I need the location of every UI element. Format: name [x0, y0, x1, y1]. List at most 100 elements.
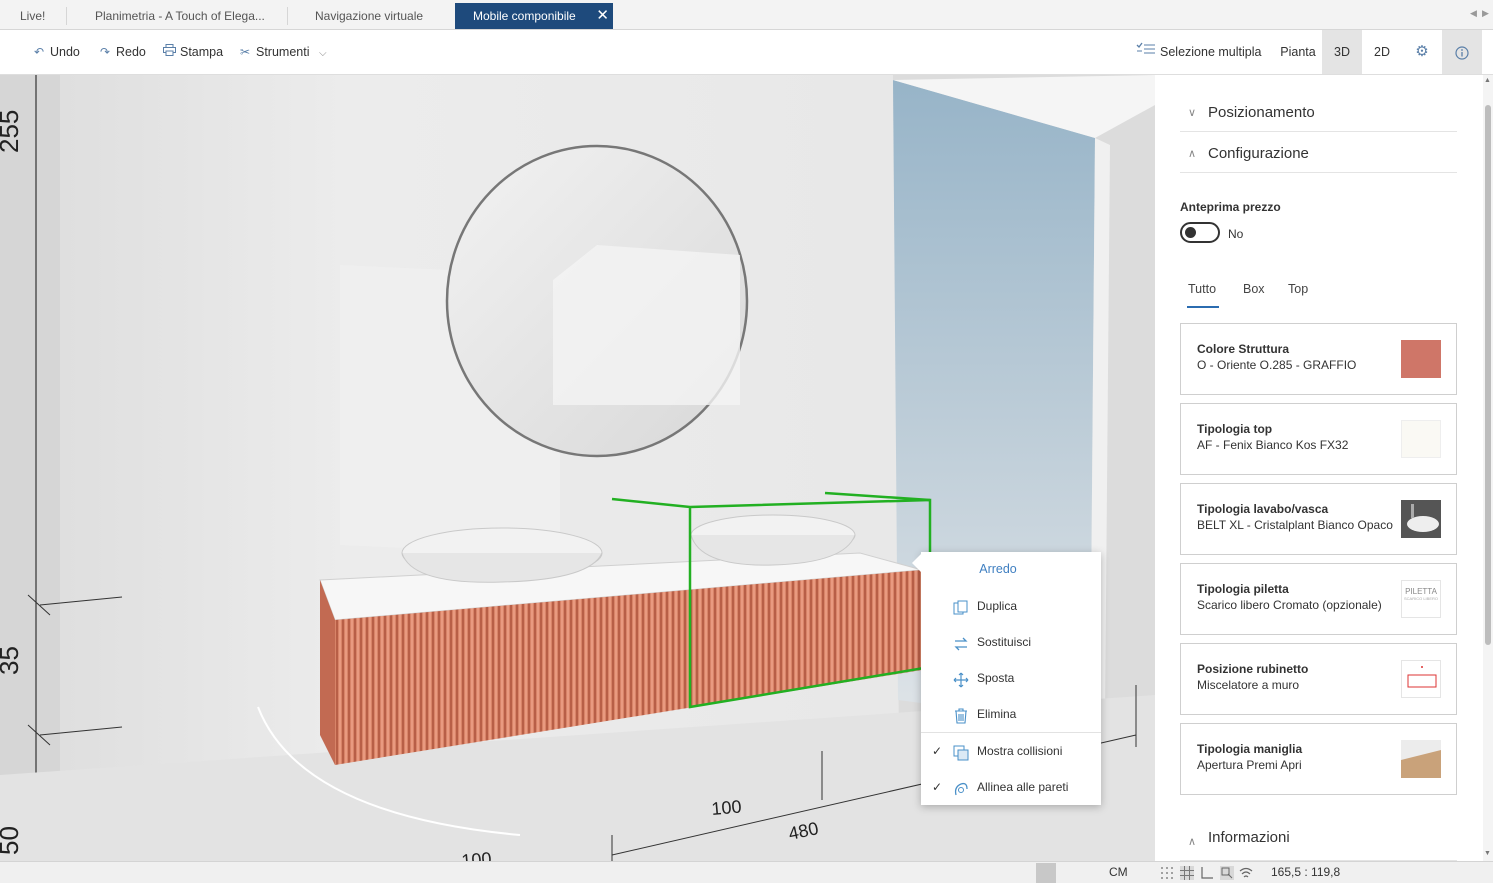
unit-label[interactable]: CM	[1109, 865, 1128, 879]
tab-label: Planimetria - A Touch of Elega...	[95, 9, 265, 23]
undo-icon: ↶	[33, 45, 45, 59]
option-card-drain-type[interactable]: Tipologia piletta Scarico libero Cromato…	[1180, 563, 1457, 635]
dimension-label: 50	[0, 826, 24, 855]
handle-thumbnail	[1401, 740, 1441, 778]
accordion-title: Informazioni	[1208, 829, 1290, 846]
subtab-all[interactable]: Tutto	[1188, 282, 1216, 296]
accordion-information[interactable]: ∧ Informazioni	[1180, 823, 1457, 861]
option-title: Tipologia piletta	[1197, 582, 1289, 596]
context-menu-pointer	[912, 554, 921, 572]
accordion-title: Posizionamento	[1208, 104, 1315, 121]
panel-scrollbar[interactable]: ▲ ▼	[1483, 75, 1493, 861]
menu-item-label: Allinea alle pareti	[977, 780, 1069, 794]
menu-item-label: Mostra collisioni	[977, 744, 1063, 758]
subtab-box[interactable]: Box	[1243, 282, 1265, 296]
tools-icon: ✂	[239, 45, 251, 59]
chevron-down-icon: ∨	[1188, 107, 1197, 119]
option-card-top-type[interactable]: Tipologia top AF - Fenix Bianco Kos FX32	[1180, 403, 1457, 475]
print-label: Stampa	[180, 45, 224, 59]
ortho-icon[interactable]	[1200, 866, 1214, 880]
option-card-handle-type[interactable]: Tipologia maniglia Apertura Premi Apri	[1180, 723, 1457, 795]
dimension-label: 100	[461, 848, 493, 861]
option-title: Tipologia top	[1197, 422, 1273, 436]
view-2d-button[interactable]: 2D	[1362, 30, 1402, 74]
menu-item-label: Elimina	[977, 707, 1017, 721]
menu-divider	[921, 732, 1101, 733]
subtab-top[interactable]: Top	[1288, 282, 1308, 296]
color-swatch	[1401, 340, 1441, 378]
option-title: Tipologia maniglia	[1197, 742, 1303, 756]
menu-item-label: Sposta	[977, 671, 1015, 685]
trash-icon	[953, 706, 969, 724]
menu-item-duplicate[interactable]: Duplica	[921, 592, 1101, 620]
menu-item-replace[interactable]: Sostituisci	[921, 628, 1101, 656]
tools-dropdown[interactable]: ✂ Strumenti ⌵	[238, 30, 327, 74]
option-value: AF - Fenix Bianco Kos FX32	[1197, 438, 1349, 452]
multi-select-label: Selezione multipla	[1160, 45, 1262, 59]
accordion-positioning[interactable]: ∨ Posizionamento	[1180, 94, 1457, 132]
context-menu-title: Arredo	[979, 562, 1017, 576]
tab-scroll-right-icon[interactable]: ▶	[1482, 8, 1489, 19]
option-value: Scarico libero Cromato (opzionale)	[1197, 598, 1382, 612]
tab-navigazione[interactable]: Navigazione virtuale	[295, 3, 455, 29]
undo-label: Undo	[50, 45, 80, 59]
tab-scroll-left-icon[interactable]: ◀	[1470, 8, 1477, 19]
view-plan-button[interactable]: Pianta	[1274, 30, 1322, 74]
accordion-title: Configurazione	[1208, 145, 1309, 162]
swap-icon	[953, 634, 969, 651]
tab-divider	[287, 7, 288, 25]
multi-select-button[interactable]: Selezione multipla	[1136, 30, 1261, 74]
tab-live[interactable]: Live!	[0, 3, 66, 29]
info-button[interactable]	[1442, 30, 1482, 74]
menu-item-move[interactable]: Sposta	[921, 664, 1101, 692]
status-bar: CM 165,5 : 119,8	[0, 861, 1493, 883]
printer-icon	[162, 30, 176, 74]
move-icon	[953, 670, 969, 688]
tab-bar: Live! Planimetria - A Touch of Elega... …	[0, 0, 1493, 30]
view-3d-button[interactable]: 3D	[1322, 30, 1362, 74]
wifi-icon[interactable]	[1239, 866, 1253, 880]
coordinate-readout: 165,5 : 119,8	[1271, 865, 1341, 879]
align-walls-icon	[953, 779, 969, 796]
tab-planimetria[interactable]: Planimetria - A Touch of Elega...	[75, 3, 287, 29]
accordion-configuration[interactable]: ∧ Configurazione	[1180, 135, 1457, 173]
price-preview-label: Anteprima prezzo	[1180, 200, 1281, 214]
print-button[interactable]: Stampa	[162, 30, 223, 74]
status-indicator	[1036, 863, 1056, 883]
tools-label: Strumenti	[256, 45, 310, 59]
context-menu: Arredo Duplica Sostituisci Sposta Elimin…	[912, 552, 1101, 805]
color-swatch	[1401, 420, 1441, 458]
redo-icon: ↷	[99, 45, 111, 59]
menu-item-label: Duplica	[977, 599, 1018, 613]
grid-dots-icon[interactable]	[1160, 866, 1174, 880]
drain-thumbnail: PILETTA SCARICO LIBERO	[1401, 580, 1441, 618]
undo-button[interactable]: ↶ Undo	[32, 30, 80, 74]
price-preview-toggle[interactable]	[1180, 222, 1220, 243]
close-icon[interactable]: ✕	[596, 3, 609, 29]
option-value: O - Oriente O.285 - GRAFFIO	[1197, 358, 1357, 372]
menu-item-show-collisions[interactable]: ✓ Mostra collisioni	[921, 737, 1101, 765]
option-card-basin-type[interactable]: Tipologia lavabo/vasca BELT XL - Cristal…	[1180, 483, 1457, 555]
tab-mobile-componibile[interactable]: Mobile componibile ✕	[455, 3, 613, 29]
snap-icon[interactable]	[1220, 866, 1234, 880]
menu-item-delete[interactable]: Elimina	[921, 700, 1101, 728]
scrollbar-thumb[interactable]	[1485, 105, 1491, 645]
toolbar: ↶ Undo ↷ Redo Stampa ✂ Strumenti ⌵ Selezion…	[0, 30, 1493, 75]
option-value: BELT XL - Cristalplant Bianco Opaco	[1197, 518, 1393, 532]
settings-button[interactable]: ⚙	[1402, 30, 1442, 74]
tab-label: Navigazione virtuale	[315, 9, 424, 23]
menu-item-align-walls[interactable]: ✓ Allinea alle pareti	[921, 773, 1101, 801]
price-preview-value: No	[1228, 227, 1244, 241]
scroll-up-icon[interactable]: ▲	[1484, 77, 1491, 84]
option-card-structure-color[interactable]: Colore Struttura O - Oriente O.285 - GRA…	[1180, 323, 1457, 395]
tab-label: Live!	[20, 9, 46, 23]
redo-button[interactable]: ↷ Redo	[98, 30, 146, 74]
info-icon	[1455, 45, 1469, 60]
menu-item-label: Sostituisci	[977, 635, 1032, 649]
scroll-down-icon[interactable]: ▼	[1484, 850, 1491, 857]
collision-icon	[953, 743, 969, 761]
grid-icon[interactable]	[1180, 866, 1194, 880]
option-card-faucet-position[interactable]: Posizione rubinetto Miscelatore a muro	[1180, 643, 1457, 715]
chevron-up-icon: ∧	[1188, 836, 1197, 848]
duplicate-icon	[953, 598, 969, 615]
